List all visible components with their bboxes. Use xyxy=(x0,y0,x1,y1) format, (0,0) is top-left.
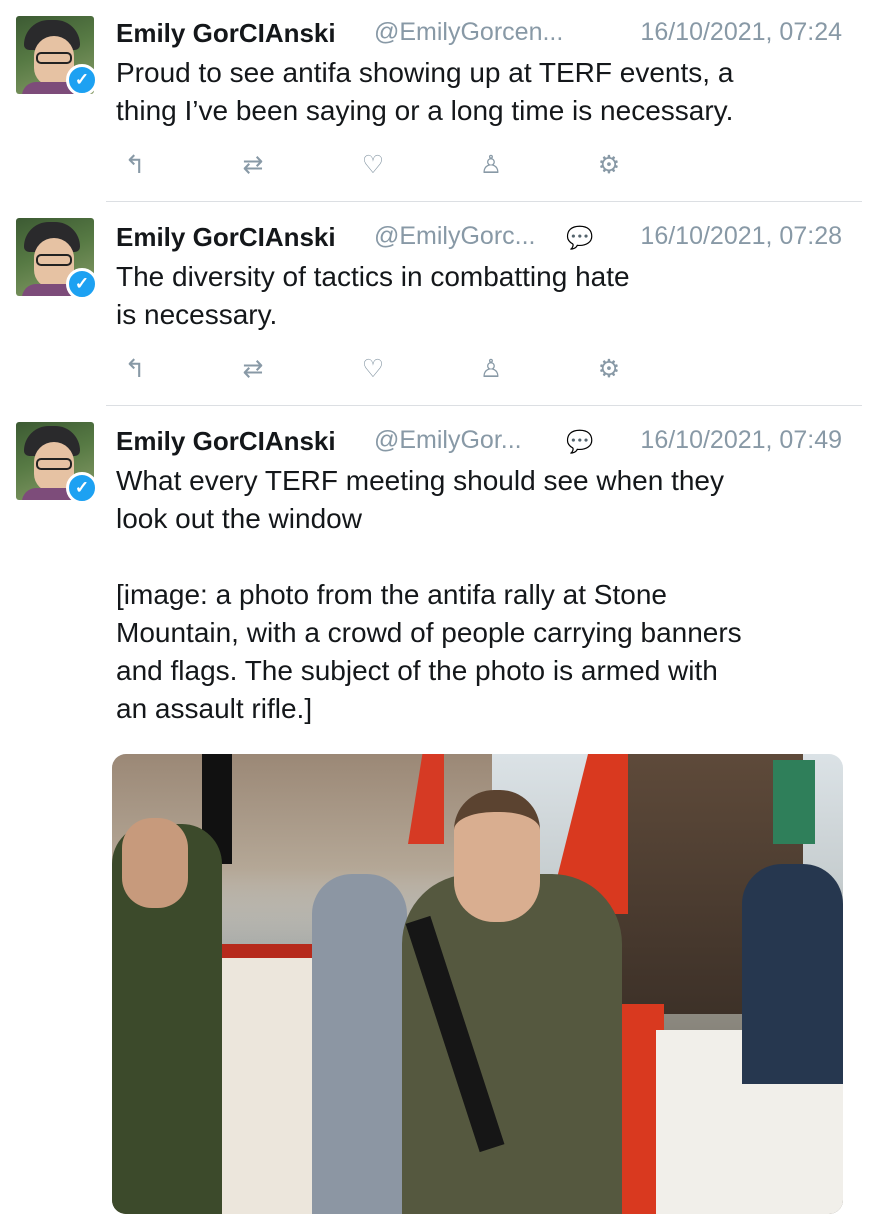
profile-icon[interactable]: ♙ xyxy=(474,150,508,180)
conversation-icon: 💬 xyxy=(566,429,594,454)
tweet-header: Emily GorCIAnski @EmilyGor... 💬 16/10/20… xyxy=(116,426,842,460)
photo-subject-face xyxy=(454,790,540,922)
reply-icon[interactable]: ↰ xyxy=(118,354,152,384)
tweet-feed: ✓ Emily GorCIAnski @EmilyGorcen... 16/10… xyxy=(0,0,862,1214)
verified-badge-icon: ✓ xyxy=(66,64,98,96)
tweet-timestamp[interactable]: 16/10/2021, 07:49 xyxy=(640,426,842,455)
verified-badge-icon: ✓ xyxy=(66,472,98,504)
tweet-actions: ↰ ⇄ ♡ ♙ ⚙ xyxy=(116,150,636,180)
tweet[interactable]: ✓ Emily GorCIAnski @EmilyGorc... 💬 16/10… xyxy=(0,202,862,404)
photo-street-sign xyxy=(773,760,815,844)
tweet-header: Emily GorCIAnski @EmilyGorcen... 16/10/2… xyxy=(116,18,842,52)
tweet-timestamp[interactable]: 16/10/2021, 07:28 xyxy=(640,222,842,251)
heart-icon[interactable]: ♡ xyxy=(356,150,390,180)
tweet-text: Proud to see antifa showing up at TERF e… xyxy=(116,57,734,126)
gear-icon[interactable]: ⚙ xyxy=(592,150,626,180)
tweet[interactable]: ✓ Emily GorCIAnski @EmilyGorcen... 16/10… xyxy=(0,0,862,200)
user-handle[interactable]: @EmilyGor... xyxy=(374,426,522,455)
tweet-actions: ↰ ⇄ ♡ ♙ ⚙ xyxy=(116,354,636,384)
heart-icon[interactable]: ♡ xyxy=(356,354,390,384)
retweet-icon[interactable]: ⇄ xyxy=(236,354,270,384)
tweet-text: What every TERF meeting should see when … xyxy=(116,465,742,724)
conversation-icon: 💬 xyxy=(566,225,594,250)
tweet-timestamp[interactable]: 16/10/2021, 07:24 xyxy=(640,18,842,47)
tweet-header: Emily GorCIAnski @EmilyGorc... 💬 16/10/2… xyxy=(116,222,842,256)
photo-person xyxy=(312,874,407,1214)
display-name[interactable]: Emily GorCIAnski xyxy=(116,18,336,49)
profile-icon[interactable]: ♙ xyxy=(474,354,508,384)
photo-subject xyxy=(402,874,622,1214)
gear-icon[interactable]: ⚙ xyxy=(592,354,626,384)
tweet-photo[interactable] xyxy=(112,754,843,1214)
retweet-icon[interactable]: ⇄ xyxy=(236,150,270,180)
display-name[interactable]: Emily GorCIAnski xyxy=(116,222,336,253)
tweet-text: The diversity of tactics in combatting h… xyxy=(116,261,630,330)
photo-person xyxy=(742,864,843,1084)
user-handle[interactable]: @EmilyGorc... xyxy=(374,222,536,251)
photo-person xyxy=(122,818,188,908)
user-handle[interactable]: @EmilyGorcen... xyxy=(374,18,563,47)
display-name[interactable]: Emily GorCIAnski xyxy=(116,426,336,457)
reply-icon[interactable]: ↰ xyxy=(118,150,152,180)
verified-badge-icon: ✓ xyxy=(66,268,98,300)
